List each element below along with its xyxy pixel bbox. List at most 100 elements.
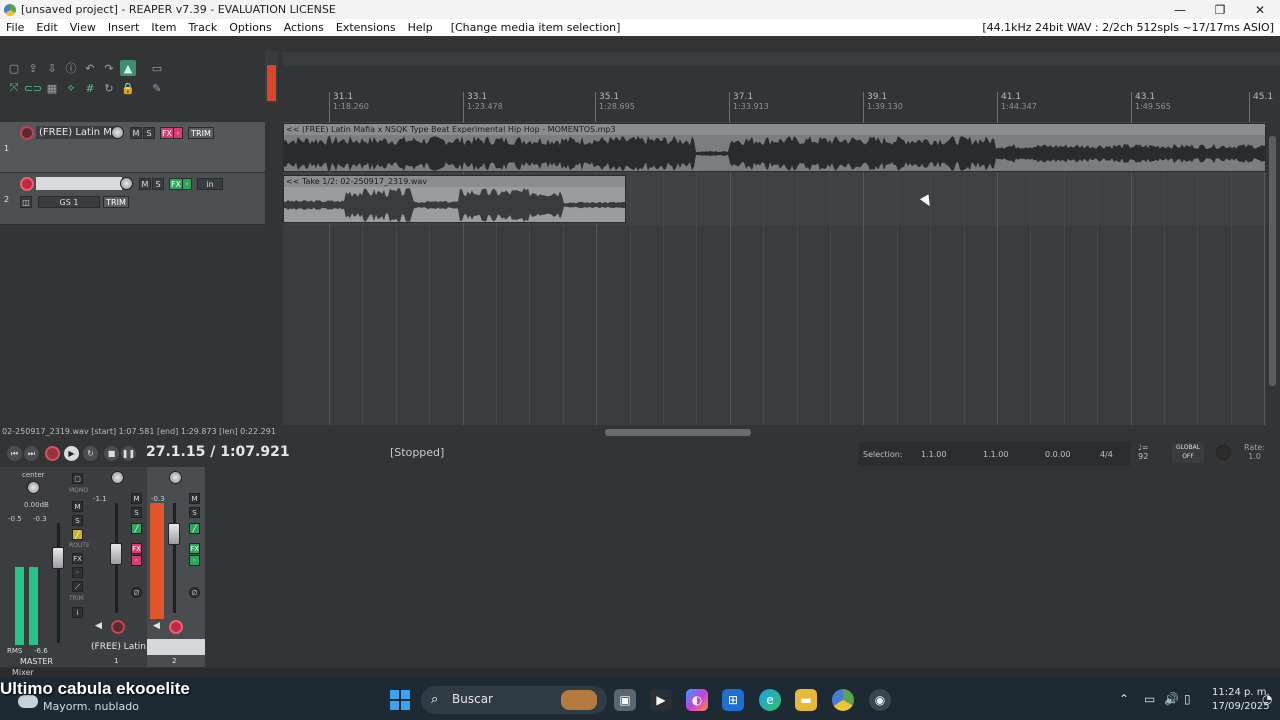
auto-crossfade-icon[interactable]: ▦ (44, 80, 60, 96)
file-explorer-icon[interactable]: ▬ (795, 689, 817, 711)
menu-track[interactable]: Track (182, 21, 223, 34)
go-to-start-button[interactable]: ⏮ (7, 446, 22, 461)
task-view-icon[interactable]: ▣ (614, 689, 636, 711)
loop-icon[interactable]: ↻ (101, 80, 117, 96)
redo-icon[interactable]: ↷ (101, 60, 117, 76)
input-label[interactable]: GS 1 (38, 196, 100, 208)
open-project-icon[interactable]: ⇪ (25, 60, 41, 76)
strip-fader[interactable] (110, 543, 122, 565)
strip-fx-button[interactable]: FX (189, 543, 200, 554)
new-project-icon[interactable]: ▢ (6, 60, 22, 76)
fx-bypass-icon[interactable]: ◦ (182, 178, 192, 190)
master-fx-button[interactable]: FX (72, 553, 83, 564)
media-item-take[interactable]: << Take 1/2: 02-250917_2319.wav (283, 175, 626, 223)
master-mute-button[interactable]: M (72, 501, 83, 512)
media-item-beat[interactable]: << (FREE) Latin Mafia x NSQK Type Beat E… (283, 123, 1266, 172)
lock-icon[interactable]: 🔒 (120, 80, 136, 96)
undo-icon[interactable]: ↶ (82, 60, 98, 76)
notifications-icon[interactable]: ◔ (1262, 692, 1272, 706)
menu-actions[interactable]: Actions (278, 21, 330, 34)
record-arm-button[interactable] (20, 177, 34, 191)
play-button[interactable]: ▶ (64, 446, 79, 461)
strip-solo-button[interactable]: S (189, 507, 200, 518)
strip-pan-knob[interactable] (169, 471, 182, 484)
recording-app-icon[interactable]: ◉ (869, 689, 891, 711)
menu-extensions[interactable]: Extensions (330, 21, 402, 34)
close-button[interactable]: ✕ (1240, 0, 1280, 19)
record-arm-button[interactable] (20, 126, 34, 140)
mute-button[interactable]: M (139, 178, 151, 190)
strip-record-arm[interactable] (169, 620, 183, 634)
strip-route-icon[interactable]: ╱ (189, 523, 200, 534)
master-route-icon[interactable]: ╱ (72, 529, 83, 540)
horizontal-scrollbar[interactable] (283, 425, 1280, 439)
master-solo-button[interactable]: S (72, 515, 83, 526)
strip-phase-icon[interactable]: ∅ (189, 587, 200, 598)
strip-solo-button[interactable]: S (131, 507, 142, 518)
record-button[interactable] (45, 446, 60, 461)
menu-options[interactable]: Options (223, 21, 277, 34)
strip-name-box[interactable] (147, 639, 205, 655)
global-automation-button[interactable]: GLOBAL OFF (1172, 443, 1204, 463)
video-app-icon[interactable]: ▶ (650, 689, 672, 711)
save-project-icon[interactable]: ⇩ (44, 60, 60, 76)
stop-button[interactable]: ■ (104, 446, 119, 461)
mixer-strip-2[interactable]: -0.3 M S ╱ FX ◦ ∅ ◀ 2 (147, 467, 205, 667)
system-clock[interactable]: 11:24 p. m. 17/09/2025 (1212, 686, 1270, 714)
envelope-follow-icon[interactable]: ⟡ (63, 80, 79, 96)
selection-display[interactable]: Selection: 1.1.00 1.1.00 0.0.00 (858, 442, 1130, 466)
project-settings-icon[interactable]: ⓘ (63, 60, 79, 76)
battery-icon[interactable]: ▯ (1184, 692, 1191, 706)
strip-mute-button[interactable]: M (131, 493, 142, 504)
track-name[interactable]: (FREE) Latin Mafia (36, 126, 116, 139)
snap-grid-icon[interactable]: # (82, 80, 98, 96)
vertical-scrollbar[interactable] (1266, 122, 1280, 425)
menu-help[interactable]: Help (402, 21, 439, 34)
strip-phase-icon[interactable]: ∅ (131, 587, 142, 598)
master-strip[interactable]: center 0.00dB -0.5 -0.3 RMS -6.6 MASTER (0, 467, 68, 667)
playrate-knob[interactable] (1216, 445, 1231, 460)
pause-button[interactable]: ❚❚ (121, 446, 136, 461)
solo-button[interactable]: S (143, 127, 155, 139)
maximize-button[interactable]: ❐ (1200, 0, 1240, 19)
track-name[interactable] (36, 177, 122, 190)
selection-length[interactable]: 0.0.00 (1045, 450, 1070, 459)
strip-record-arm[interactable] (111, 620, 125, 634)
news-headline[interactable]: Ultimo cabula ekooelite (0, 679, 190, 699)
master-pan-knob[interactable] (27, 481, 40, 494)
strip-fx-bypass-icon[interactable]: ◦ (131, 555, 142, 566)
master-fader[interactable] (52, 547, 64, 569)
minimize-button[interactable]: — (1160, 0, 1200, 19)
volume-knob[interactable] (111, 126, 124, 139)
strip-name[interactable]: (FREE) Latin M (91, 642, 147, 652)
solo-button[interactable]: S (152, 178, 164, 190)
weather-text[interactable]: Mayorm. nublado (43, 700, 139, 713)
input-selector[interactable]: in (197, 178, 223, 190)
strip-fader[interactable] (168, 523, 180, 545)
timeline-ruler[interactable]: 31.1 1:18.260 33.1 1:23.478 35.1 1:28.695 3… (283, 92, 1273, 122)
go-to-end-button[interactable]: ⏭ (24, 446, 39, 461)
region-marker-lane[interactable] (283, 52, 1280, 66)
mute-button[interactable]: M (130, 127, 142, 139)
item-grouping-icon[interactable]: ⊂⊃ (24, 80, 42, 96)
store-icon[interactable]: ⊞ (722, 689, 744, 711)
arrange-view[interactable]: << (FREE) Latin Mafia x NSQK Type Beat E… (283, 122, 1266, 425)
strip-fx-bypass-icon[interactable]: ◦ (189, 555, 200, 566)
master-fx-bypass-icon[interactable]: ◦ (72, 567, 83, 578)
mixer-docker-tab[interactable]: Mixer (0, 668, 1280, 678)
copilot-icon[interactable]: ◐ (686, 689, 708, 711)
mixer-strip-1[interactable]: -1.1 M S ╱ FX ◦ ∅ ◀ (FREE) Latin M 1 (89, 467, 147, 667)
track-2-header[interactable]: 2 M S FX ◦ in ◫ GS 1 TRIM (0, 173, 265, 225)
mono-stereo-icon[interactable]: ▢ (72, 473, 83, 484)
automation-mode-button[interactable]: TRIM (188, 127, 214, 139)
strip-pan-knob[interactable] (111, 471, 124, 484)
volume-knob[interactable] (120, 177, 133, 190)
menu-file[interactable]: File (0, 21, 30, 34)
ripple-edit-icon[interactable]: ⤧ (6, 80, 22, 96)
time-signature[interactable]: 4/4 (1100, 450, 1113, 459)
menu-view[interactable]: View (64, 21, 102, 34)
taskbar-search[interactable]: ⌕ Buscar (421, 686, 607, 714)
strip-speaker-icon[interactable]: ◀ (95, 621, 102, 631)
automation-mode-button[interactable]: TRIM (103, 196, 129, 208)
reaper-taskbar-icon[interactable] (832, 689, 854, 711)
